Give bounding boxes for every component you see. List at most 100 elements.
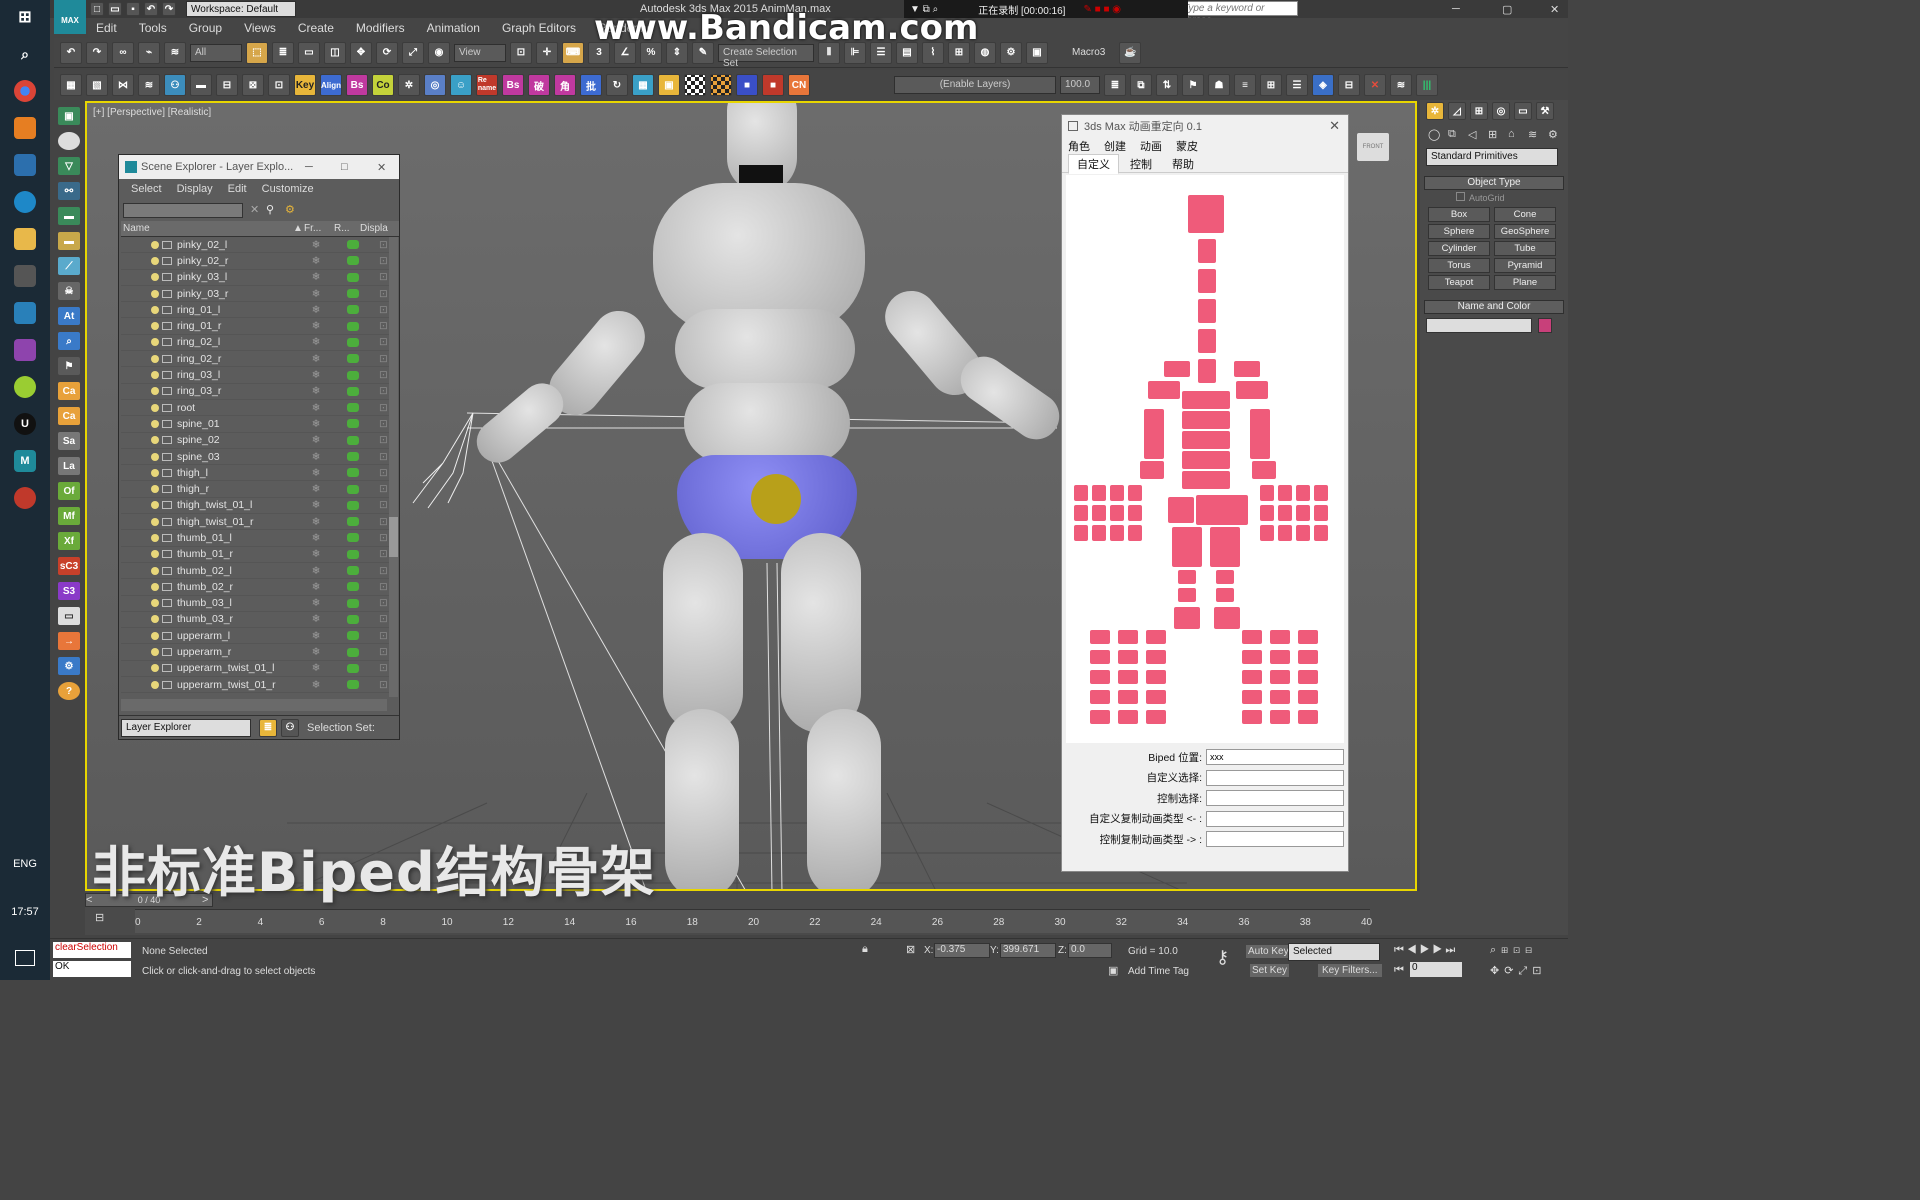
viewcube[interactable]: FRONT	[1357, 133, 1389, 161]
bone-button[interactable]	[1242, 630, 1262, 644]
lightbulb-icon[interactable]	[151, 664, 159, 673]
freeze-icon[interactable]: ❄	[301, 336, 331, 348]
windows-start-icon[interactable]: ⊞	[14, 6, 36, 28]
layer-tool-icon[interactable]: ☰	[1286, 74, 1308, 96]
tool-icon[interactable]: ▧	[86, 74, 108, 96]
unreal-icon[interactable]: U	[14, 413, 36, 435]
render-teapot-icon[interactable]	[347, 549, 359, 559]
ca2-button[interactable]: Ca	[58, 407, 80, 425]
la-button[interactable]: La	[58, 457, 80, 475]
display-icon[interactable]: ⊡	[379, 662, 388, 674]
bone-button[interactable]	[1298, 650, 1318, 664]
layer-tool-icon[interactable]: ⚑	[1182, 74, 1204, 96]
bone-button[interactable]	[1168, 497, 1194, 523]
lightbulb-icon[interactable]	[151, 648, 159, 657]
freeze-icon[interactable]: ❄	[301, 662, 331, 674]
character-right-shin[interactable]	[807, 709, 881, 889]
transform-mode-icon[interactable]: ⊠	[906, 943, 915, 956]
bone-button[interactable]	[1146, 650, 1166, 664]
render-teapot-icon[interactable]	[347, 337, 359, 347]
bone-button[interactable]	[1092, 505, 1106, 521]
freeze-icon[interactable]: ❄	[301, 402, 331, 414]
bone-button[interactable]	[1188, 195, 1224, 233]
freeze-icon[interactable]: ❄	[301, 581, 331, 593]
layer-name[interactable]: thigh_l	[177, 467, 301, 479]
xf-button[interactable]: Xf	[58, 532, 80, 550]
bone-button[interactable]	[1296, 485, 1310, 501]
render-frame-icon[interactable]: ▣	[1026, 41, 1048, 64]
freeze-icon[interactable]: ❄	[301, 499, 331, 511]
layer-name[interactable]: upperarm_twist_01_l	[177, 662, 301, 674]
bone-button[interactable]	[1260, 485, 1274, 501]
lightbulb-icon[interactable]	[151, 680, 159, 689]
create-cone-button[interactable]: Cone	[1494, 207, 1556, 222]
tool-icon[interactable]: ▬	[190, 74, 212, 96]
layer-row[interactable]: thumb_02_l ❄ ⊡	[121, 563, 389, 580]
autogrid-checkbox[interactable]: AutoGrid	[1456, 192, 1568, 203]
tool-icon[interactable]: ⚙	[58, 657, 80, 675]
render-teapot-icon[interactable]	[347, 256, 359, 266]
bone-button[interactable]	[1252, 461, 1276, 479]
layer-row[interactable]: thumb_03_r ❄ ⊡	[121, 612, 389, 629]
layer-row[interactable]: thumb_02_r ❄ ⊡	[121, 579, 389, 596]
sphere-icon[interactable]	[58, 132, 80, 150]
skull-icon[interactable]: ☠	[58, 282, 80, 300]
layer-row[interactable]: thigh_twist_01_l ❄ ⊡	[121, 498, 389, 515]
bone-button[interactable]	[1278, 525, 1292, 541]
autogrid-box[interactable]	[1456, 192, 1465, 201]
bone-button[interactable]	[1118, 710, 1138, 724]
display-icon[interactable]: ⊡	[379, 336, 388, 348]
freeze-icon[interactable]: ❄	[301, 646, 331, 658]
layer-row[interactable]: upperarm_r ❄ ⊡	[121, 644, 389, 661]
y-coordinate[interactable]: 399.671	[1000, 943, 1056, 958]
render-teapot-icon[interactable]	[347, 305, 359, 315]
lightbulb-icon[interactable]	[151, 256, 159, 265]
layer-tool-icon[interactable]: ⧉	[1130, 74, 1152, 96]
render-teapot-icon[interactable]	[347, 500, 359, 510]
bone-button[interactable]	[1216, 570, 1234, 584]
render-teapot-icon[interactable]	[347, 468, 359, 478]
checker-icon[interactable]	[684, 74, 706, 96]
lightbulb-icon[interactable]	[151, 403, 159, 412]
bone-button[interactable]	[1164, 361, 1190, 377]
modify-tab-icon[interactable]: ◿	[1448, 102, 1466, 120]
shapes-icon[interactable]: ⧉	[1448, 128, 1464, 141]
record-icon[interactable]	[14, 487, 36, 509]
layer-name[interactable]: ring_01_r	[177, 320, 301, 332]
bone-button[interactable]	[1092, 525, 1106, 541]
tool-icon[interactable]: ⟋	[58, 257, 80, 275]
tool-icon[interactable]: ▬	[58, 207, 80, 225]
teapot-icon[interactable]: ☕	[1119, 41, 1142, 64]
bone-button[interactable]	[1090, 690, 1110, 704]
ca-button[interactable]: Ca	[58, 382, 80, 400]
helpers-icon[interactable]: ⌂	[1508, 128, 1524, 140]
spacewarps-icon[interactable]: ≋	[1528, 128, 1544, 141]
monitor-icon[interactable]	[14, 154, 36, 176]
lightbulb-icon[interactable]	[151, 533, 159, 542]
bone-button[interactable]	[1128, 505, 1142, 521]
bone-button[interactable]	[1110, 505, 1124, 521]
freeze-icon[interactable]: ❄	[301, 255, 331, 267]
rotate-icon[interactable]: ⟳	[376, 41, 398, 64]
display-icon[interactable]: ⊡	[379, 418, 388, 430]
bone-button[interactable]	[1270, 710, 1290, 724]
lightbulb-icon[interactable]	[151, 582, 159, 591]
display-icon[interactable]: ⊡	[379, 581, 388, 593]
bone-button[interactable]	[1314, 525, 1328, 541]
arrow-icon[interactable]: →	[58, 632, 80, 650]
lightbulb-icon[interactable]	[151, 599, 159, 608]
bone-button[interactable]	[1118, 690, 1138, 704]
layer-row[interactable]: upperarm_twist_01_l ❄ ⊡	[121, 661, 389, 678]
retarget-titlebar[interactable]: 3ds Max 动画重定向 0.1 ✕	[1062, 115, 1348, 137]
utilities-tab-icon[interactable]: ⚒	[1536, 102, 1554, 120]
render-teapot-icon[interactable]	[347, 435, 359, 445]
display-icon[interactable]: ⊡	[379, 483, 388, 495]
layer-name[interactable]: thigh_twist_01_l	[177, 499, 301, 511]
bone-button[interactable]	[1178, 588, 1196, 602]
display-icon[interactable]: ⊡	[379, 271, 388, 283]
close-icon[interactable]: ✕	[1329, 118, 1340, 134]
tool-icon[interactable]: ⚇	[164, 74, 186, 96]
bone-button[interactable]	[1278, 505, 1292, 521]
layer-name[interactable]: pinky_03_r	[177, 288, 301, 300]
tool-icon[interactable]: ▦	[60, 74, 82, 96]
